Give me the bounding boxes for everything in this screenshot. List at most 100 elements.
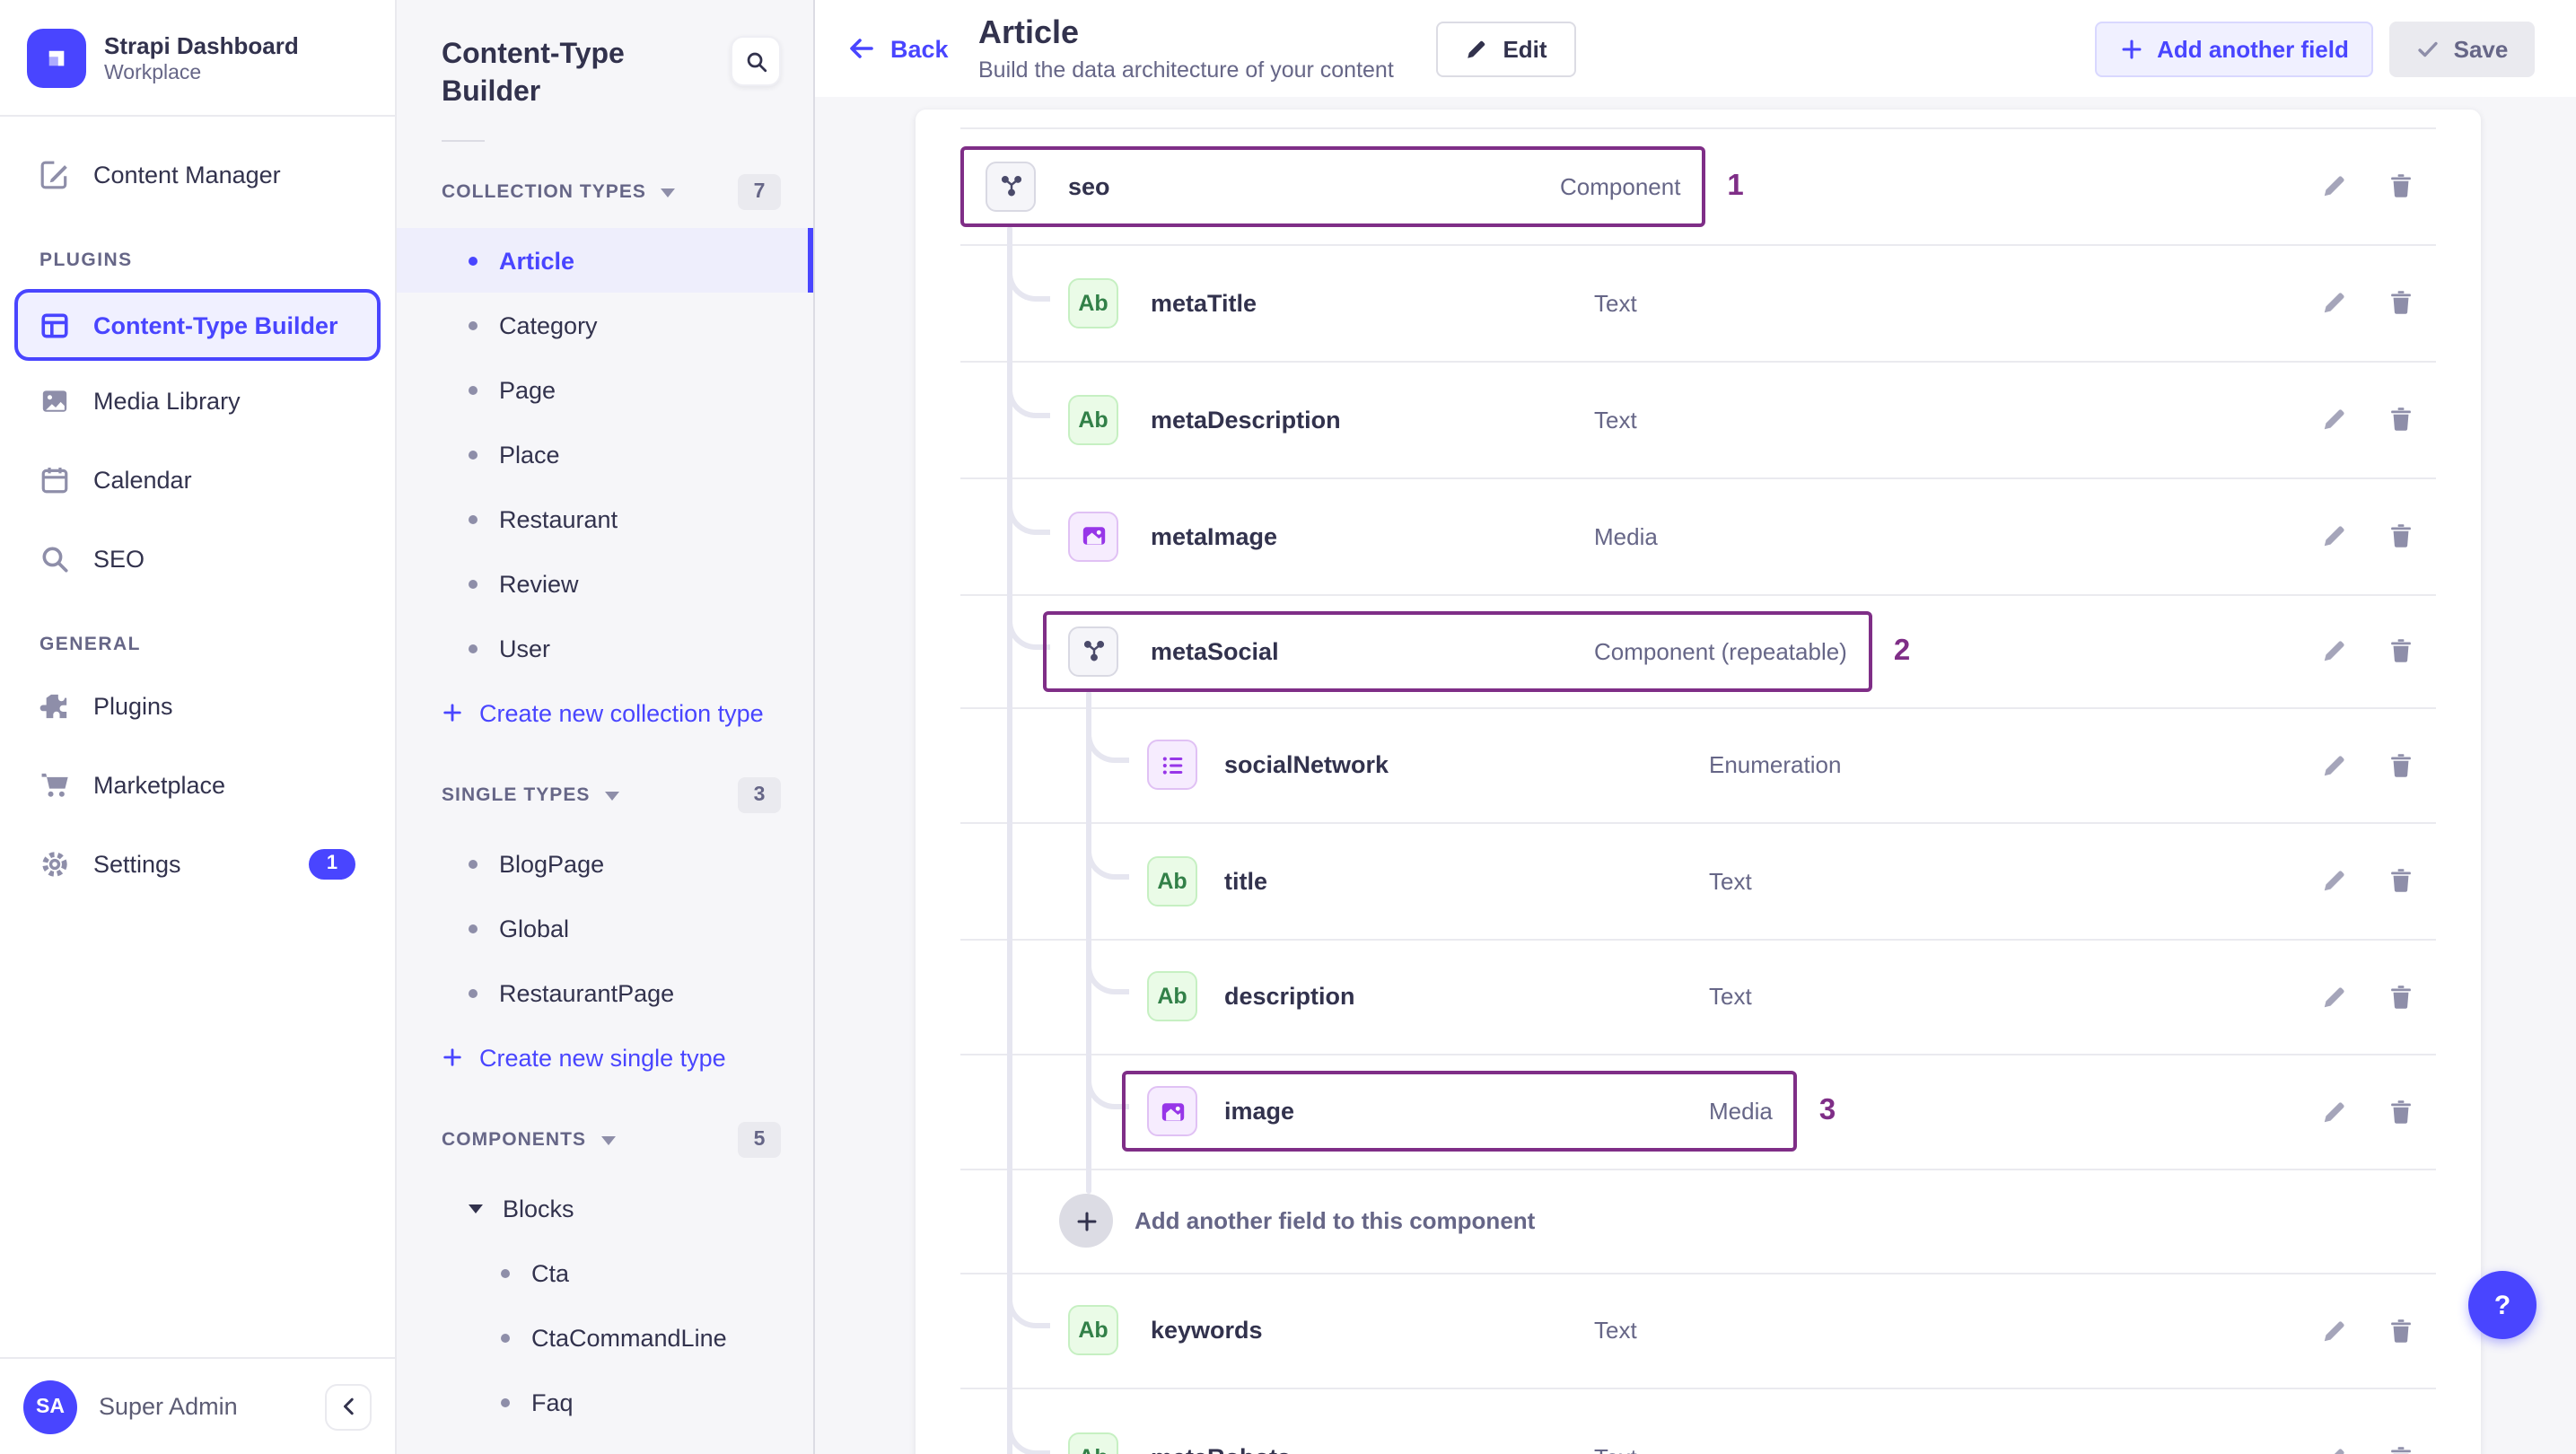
field-type-label: Text xyxy=(1594,1444,1637,1454)
collapse-sidebar-button[interactable] xyxy=(325,1383,372,1430)
trash-icon xyxy=(2387,172,2414,199)
component-item-label: Faq xyxy=(531,1388,574,1415)
workspace-subtitle: Workplace xyxy=(104,62,202,83)
sidebar-item-plugins[interactable]: Plugins xyxy=(0,666,395,745)
back-link[interactable]: Back xyxy=(847,0,949,97)
delete-field-button[interactable] xyxy=(2380,745,2420,784)
field-type-label: Text xyxy=(1594,1317,1637,1344)
edit-field-button[interactable] xyxy=(2314,631,2353,670)
type-item-place[interactable]: Place xyxy=(397,422,813,486)
section-header-single-types[interactable]: SINGLE TYPES 3 xyxy=(397,774,813,817)
calendar-icon xyxy=(39,464,70,495)
bullet-icon xyxy=(469,385,478,394)
type-item-page[interactable]: Page xyxy=(397,357,813,422)
delete-field-button[interactable] xyxy=(2380,1310,2420,1350)
media-icon xyxy=(1159,1098,1186,1125)
field-type-label: Text xyxy=(1709,983,1752,1010)
search-icon xyxy=(744,49,767,73)
edit-field-button[interactable] xyxy=(2314,1091,2353,1131)
delete-field-button[interactable] xyxy=(2380,516,2420,556)
component-icon xyxy=(1080,637,1107,664)
section-header-components[interactable]: COMPONENTS 5 xyxy=(397,1118,813,1161)
sidebar-item-settings[interactable]: Settings 1 xyxy=(0,824,395,903)
type-item-global[interactable]: Global xyxy=(397,896,813,960)
field-type-media-icon xyxy=(1147,1086,1197,1136)
edit-button[interactable]: Edit xyxy=(1436,22,1576,77)
help-button[interactable]: ? xyxy=(2468,1271,2537,1339)
delete-field-button[interactable] xyxy=(2380,861,2420,900)
chevron-down-icon xyxy=(661,188,675,197)
avatar[interactable]: SA xyxy=(23,1380,77,1433)
section-title: SINGLE TYPES xyxy=(442,784,591,806)
field-row-metasocial: 2 metaSocial Component (repeatable) xyxy=(916,594,2481,707)
bullet-icon xyxy=(469,579,478,588)
edit-field-button[interactable] xyxy=(2314,1438,2353,1454)
edit-field-button[interactable] xyxy=(2314,166,2353,206)
edit-field-button[interactable] xyxy=(2314,977,2353,1016)
component-item-faq[interactable]: Faq xyxy=(397,1370,813,1434)
type-item-restaurant[interactable]: Restaurant xyxy=(397,486,813,551)
type-item-review[interactable]: Review xyxy=(397,551,813,616)
section-title: COLLECTION TYPES xyxy=(442,181,646,203)
create-create-new-collection-type[interactable]: Create new collection type xyxy=(397,680,813,745)
type-item-label: Restaurant xyxy=(499,505,618,532)
delete-field-button[interactable] xyxy=(2380,1438,2420,1454)
type-item-label: Global xyxy=(499,915,570,942)
bullet-icon xyxy=(469,450,478,459)
component-item-cta[interactable]: Cta xyxy=(397,1240,813,1305)
add-another-field-button[interactable]: Add another field xyxy=(2095,22,2373,77)
field-type-label: Component (repeatable) xyxy=(1594,637,1847,664)
delete-field-button[interactable] xyxy=(2380,631,2420,670)
workspace-brand[interactable]: Strapi Dashboard Workplace xyxy=(0,0,395,117)
bullet-icon xyxy=(469,924,478,933)
type-item-label: User xyxy=(499,635,551,661)
edit-field-button[interactable] xyxy=(2314,516,2353,556)
app: Strapi Dashboard Workplace Content Manag… xyxy=(0,0,2576,1454)
type-item-label: Page xyxy=(499,376,556,403)
search-button[interactable] xyxy=(731,36,781,86)
edit-field-button[interactable] xyxy=(2314,745,2353,784)
cart-icon xyxy=(39,769,70,800)
add-field-to-component-button[interactable] xyxy=(1059,1194,1113,1248)
save-button[interactable]: Save xyxy=(2389,22,2535,77)
type-item-user[interactable]: User xyxy=(397,616,813,680)
edit-field-button[interactable] xyxy=(2314,861,2353,900)
field-name: metaDescription xyxy=(1151,406,1341,433)
component-group-blocks[interactable]: Blocks xyxy=(397,1176,813,1240)
type-item-restaurantpage[interactable]: RestaurantPage xyxy=(397,960,813,1025)
field-row-keywords: Ab keywords Text xyxy=(916,1273,2481,1388)
edit-field-button[interactable] xyxy=(2314,1310,2353,1350)
chevron-down-icon xyxy=(604,791,619,800)
component-item-ctacommandline[interactable]: CtaCommandLine xyxy=(397,1305,813,1370)
delete-field-button[interactable] xyxy=(2380,399,2420,439)
group-label: Blocks xyxy=(503,1195,574,1222)
trash-icon xyxy=(2387,751,2414,778)
sidebar-item-marketplace[interactable]: Marketplace xyxy=(0,745,395,824)
user-name: Super Admin xyxy=(99,1393,238,1420)
sidebar-item-content-type-builder[interactable]: Content-Type Builder xyxy=(14,289,381,361)
delete-field-button[interactable] xyxy=(2380,166,2420,206)
component-item-features[interactable]: Features xyxy=(397,1434,813,1454)
pencil-icon xyxy=(2320,406,2347,433)
builder-panel-title: Content-Type Builder xyxy=(442,39,625,108)
delete-field-button[interactable] xyxy=(2380,283,2420,322)
sidebar-item-seo[interactable]: SEO xyxy=(0,519,395,598)
type-item-blogpage[interactable]: BlogPage xyxy=(397,831,813,896)
section-header-collection-types[interactable]: COLLECTION TYPES 7 xyxy=(397,171,813,214)
workspace-title: Strapi Dashboard xyxy=(104,31,299,58)
edit-field-button[interactable] xyxy=(2314,399,2353,439)
delete-field-button[interactable] xyxy=(2380,1091,2420,1131)
type-item-article[interactable]: Article xyxy=(397,228,813,293)
edit-field-button[interactable] xyxy=(2314,283,2353,322)
delete-field-button[interactable] xyxy=(2380,977,2420,1016)
pen-square-icon xyxy=(39,159,70,189)
sidebar-item-media-library[interactable]: Media Library xyxy=(0,361,395,440)
type-item-category[interactable]: Category xyxy=(397,293,813,357)
sidebar-item-content-manager[interactable]: Content Manager xyxy=(0,135,395,214)
strapi-logo-icon xyxy=(27,28,86,87)
sidebar-nav: Content Manager PLUGINS Content-Type Build… xyxy=(0,117,395,903)
create-create-new-single-type[interactable]: Create new single type xyxy=(397,1025,813,1090)
field-type-label: Text xyxy=(1709,867,1752,894)
sidebar-item-calendar[interactable]: Calendar xyxy=(0,440,395,519)
builder-panel-sections: COLLECTION TYPES 7 Article Category Page Plac… xyxy=(397,171,813,1454)
